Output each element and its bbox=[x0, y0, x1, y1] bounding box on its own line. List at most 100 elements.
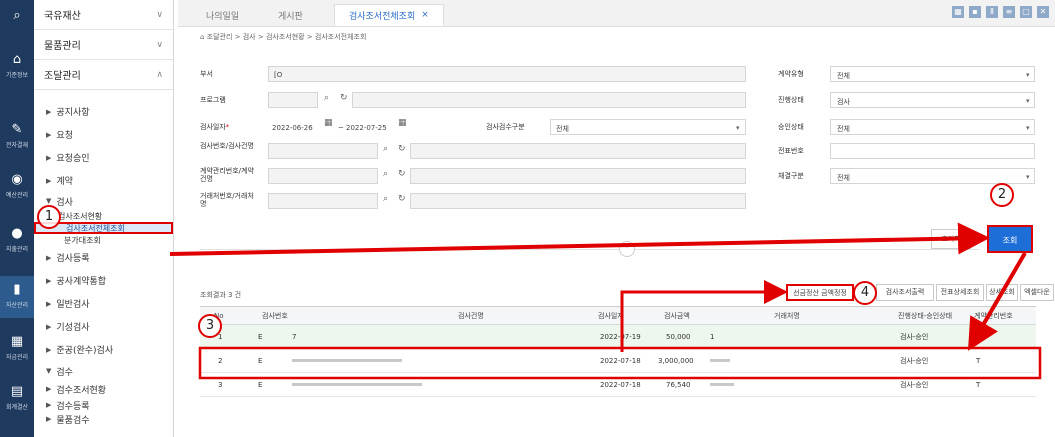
rail-item-fund[interactable]: ▦ 자금관리 bbox=[0, 334, 34, 361]
sidebar-item-completion-inspection[interactable]: ▶ 준공(완수)검사 bbox=[34, 338, 173, 361]
sidebar-item-progress-inspection[interactable]: ▶ 기성검사 bbox=[34, 315, 173, 338]
table-row[interactable]: 1 E 7 2022-07-19 50,000 1 검사-승인 T bbox=[200, 325, 1036, 349]
vendor-name-field[interactable] bbox=[410, 193, 746, 209]
search-icon[interactable]: ⌕ bbox=[324, 93, 329, 103]
tab-my-daily[interactable]: 나의일일 bbox=[192, 4, 253, 26]
calendar-icon[interactable]: ▦ bbox=[398, 118, 407, 128]
close-icon[interactable]: × bbox=[421, 10, 429, 20]
restore-icon[interactable]: ▢ bbox=[1020, 6, 1032, 18]
chevron-down-icon: ▾ bbox=[1026, 97, 1030, 105]
refresh-icon[interactable]: ↻ bbox=[398, 194, 406, 204]
cell-contract: T bbox=[976, 333, 981, 341]
sidebar-section-national-property[interactable]: 국유재산 ∨ bbox=[34, 0, 173, 30]
inspect-no-field[interactable] bbox=[268, 143, 378, 159]
cell-amount: 3,000,000 bbox=[658, 357, 694, 365]
sidebar-item-general-inspection[interactable]: ▶ 일반검사 bbox=[34, 292, 173, 315]
refresh-icon[interactable]: ↻ bbox=[398, 169, 406, 179]
tab-inspection-all[interactable]: 검사조서전체조회 × bbox=[334, 4, 444, 26]
print-inspection-button[interactable]: 검사조서출력 bbox=[876, 284, 934, 301]
sidebar-item-acceptance[interactable]: ▼ 검수 bbox=[34, 361, 173, 381]
sidebar-section-goods[interactable]: 물품관리 ∨ bbox=[34, 30, 173, 60]
rail-item-basic-info[interactable]: ⌂ 기준정보 bbox=[0, 52, 34, 79]
pin-icon[interactable]: ▪ bbox=[969, 6, 981, 18]
voucher-field[interactable] bbox=[830, 143, 1035, 159]
cell-date: 2022-07-18 bbox=[600, 381, 641, 389]
sidebar-item-construction[interactable]: ▶ 공사계약통합 bbox=[34, 269, 173, 292]
header-contract[interactable]: 계약관리번호 bbox=[974, 307, 1013, 325]
tab-board[interactable]: 게시판 bbox=[264, 4, 317, 26]
excel-download-button[interactable]: 엑셀다운로드 bbox=[1020, 284, 1054, 301]
inspect-type-select[interactable] bbox=[550, 119, 746, 135]
date-to-value: 2022-07-25 bbox=[346, 124, 387, 132]
contract-name-field[interactable] bbox=[410, 168, 746, 184]
sidebar-item-notice[interactable]: ▶ 공지사항 bbox=[34, 100, 173, 123]
voucher-label: 전표번호 bbox=[778, 147, 804, 155]
breadcrumb: ⌂ 조달관리 > 검사 > 검사조서현황 > 검사조서전체조회 bbox=[200, 33, 367, 41]
table-row[interactable]: 3 E 2022-07-18 76,540 검사-승인 T bbox=[200, 373, 1036, 397]
sidebar-item-acceptance-status[interactable]: ▶ 검수조서현황 bbox=[34, 381, 173, 397]
refresh-icon[interactable]: ↻ bbox=[340, 93, 348, 103]
sidebar-item-contract[interactable]: ▶ 계약 bbox=[34, 169, 173, 192]
cell-contract: T bbox=[976, 381, 981, 389]
contract-no-field[interactable] bbox=[268, 168, 378, 184]
search-icon[interactable]: ⌕ bbox=[383, 169, 388, 179]
chevron-down-icon: ▾ bbox=[1026, 71, 1030, 79]
inspect-name-field[interactable] bbox=[410, 143, 746, 159]
voucher-detail-button[interactable]: 전표상세조회 bbox=[936, 284, 984, 301]
close-all-icon[interactable]: ✕ bbox=[1037, 6, 1049, 18]
home-icon[interactable]: ⌂ bbox=[200, 33, 207, 41]
calendar-icon[interactable]: ▦ bbox=[324, 118, 333, 128]
caret-right-icon: ▶ bbox=[46, 130, 52, 139]
progress-select[interactable] bbox=[830, 92, 1035, 108]
rail-item-accounting[interactable]: ▤ 회계결산 bbox=[0, 384, 34, 411]
cell-inspect-name: 7 bbox=[292, 333, 297, 341]
contract-type-label: 계약유형 bbox=[778, 70, 804, 78]
contract-type-select[interactable] bbox=[830, 66, 1035, 82]
cell-contract: T bbox=[976, 357, 981, 365]
header-vendor[interactable]: 거래처명 bbox=[774, 307, 800, 325]
grid-header: No 검사번호 검사건명 검사일자 검사금액 거래처명 진행상태-승인상태 계약… bbox=[200, 307, 1036, 325]
table-row[interactable]: 2 E 2022-07-18 3,000,000 검사-승인 T bbox=[200, 349, 1036, 373]
header-inspect-no[interactable]: 검사번호 bbox=[262, 307, 288, 325]
pause-icon[interactable]: Ⅱ bbox=[986, 6, 998, 18]
layout-icon[interactable]: ▦ bbox=[952, 6, 964, 18]
form-divider bbox=[200, 249, 980, 250]
refresh-icon[interactable]: ↻ bbox=[398, 144, 406, 154]
header-amount[interactable]: 검사금액 bbox=[664, 307, 690, 325]
dept-value: [O bbox=[274, 71, 283, 79]
header-date[interactable]: 검사일자 bbox=[598, 307, 624, 325]
rail-item-budget[interactable]: ◉ 예산관리 bbox=[0, 172, 34, 199]
caret-right-icon: ▶ bbox=[46, 385, 52, 393]
program-name-field[interactable] bbox=[352, 92, 746, 108]
program-code-field[interactable] bbox=[268, 92, 318, 108]
search-icon[interactable]: ⌕ bbox=[383, 144, 388, 154]
header-status[interactable]: 진행상태-승인상태 bbox=[898, 307, 952, 325]
pay-value: 전체 bbox=[837, 174, 850, 182]
rail-item-asset[interactable]: ▮ 자산관리 bbox=[0, 276, 34, 318]
search-button[interactable]: 조회 bbox=[987, 225, 1033, 253]
sidebar-item-goods-acceptance[interactable]: ▶ 물품검수 bbox=[34, 413, 173, 426]
inspect-no-label: 검사번호/검사건명 bbox=[200, 142, 254, 150]
sidebar-sub-split-payment[interactable]: 분가대조회 bbox=[34, 234, 173, 246]
vendor-no-field[interactable] bbox=[268, 193, 378, 209]
sidebar-item-request[interactable]: ▶ 요청 bbox=[34, 123, 173, 146]
search-icon[interactable]: ⌕ bbox=[383, 194, 388, 204]
detail-button[interactable]: 상세조회 bbox=[986, 284, 1018, 301]
pay-select[interactable] bbox=[830, 168, 1035, 184]
caret-right-icon: ▶ bbox=[46, 401, 52, 409]
rail-item-approval[interactable]: ✎ 전자결재 bbox=[0, 122, 34, 149]
dept-field[interactable] bbox=[268, 66, 746, 82]
reset-button[interactable]: 초기화 bbox=[931, 229, 971, 249]
budget-icon: ◉ bbox=[11, 172, 23, 187]
sidebar-section-procurement[interactable]: 조달관리 ∧ bbox=[34, 60, 173, 90]
menu-icon[interactable]: ≡ bbox=[1003, 6, 1015, 18]
advance-settlement-button[interactable]: 선금정산 금액정정 bbox=[786, 284, 854, 301]
sidebar-item-acceptance-register[interactable]: ▶ 검수등록 bbox=[34, 397, 173, 413]
sidebar-item-request-approval[interactable]: ▶ 요청승인 bbox=[34, 146, 173, 169]
header-inspect-name[interactable]: 검사건명 bbox=[458, 307, 484, 325]
approval-select[interactable] bbox=[830, 119, 1035, 135]
collapse-icon[interactable]: ⌃ bbox=[619, 241, 635, 257]
search-icon[interactable]: ⌕ bbox=[0, 8, 34, 26]
rail-item-expense[interactable]: ● 지출관리 bbox=[0, 226, 34, 253]
sidebar-item-inspection-register[interactable]: ▶ 검사등록 bbox=[34, 246, 173, 269]
